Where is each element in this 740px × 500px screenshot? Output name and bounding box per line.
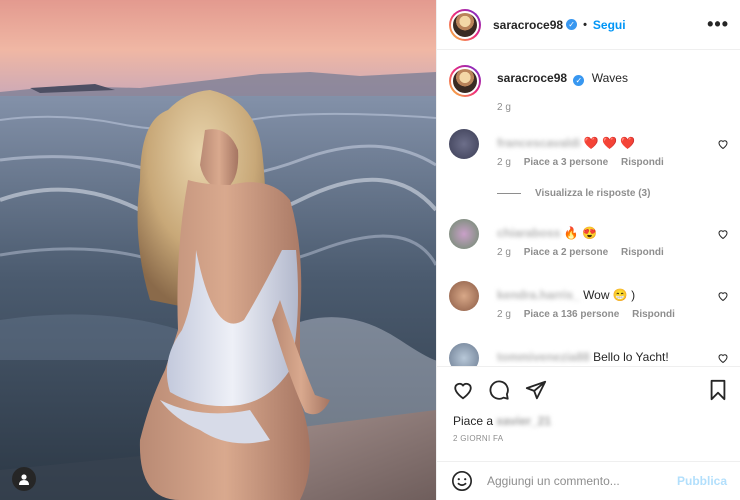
publish-button[interactable]: Pubblica bbox=[677, 474, 727, 488]
reply-button[interactable]: Rispondi bbox=[632, 309, 675, 320]
caption-time: 2 g bbox=[497, 102, 511, 113]
user-icon bbox=[19, 474, 29, 485]
post-photo[interactable] bbox=[0, 0, 436, 500]
follow-button[interactable]: Segui bbox=[593, 18, 626, 32]
beach-photo-image bbox=[0, 0, 436, 500]
comment-username[interactable]: kendra.harris_ bbox=[497, 288, 580, 302]
comment-icon[interactable] bbox=[488, 379, 510, 401]
caption-avatar[interactable] bbox=[449, 65, 481, 97]
action-bar bbox=[437, 366, 740, 410]
verified-badge-icon: ✓ bbox=[573, 75, 585, 86]
comment-likes[interactable]: Piace a 2 persone bbox=[524, 247, 609, 258]
commenter-avatar[interactable] bbox=[449, 281, 479, 311]
caption: saracroce98 ✓ Waves 2 g bbox=[449, 65, 729, 113]
commenter-avatar[interactable] bbox=[449, 343, 479, 366]
caption-username[interactable]: saracroce98 bbox=[497, 71, 567, 85]
likes-user[interactable]: xavier_21 bbox=[496, 414, 551, 428]
comment-text: 🔥 😍 bbox=[563, 226, 597, 240]
reply-button[interactable]: Rispondi bbox=[621, 157, 664, 168]
comments-section[interactable]: saracroce98 ✓ Waves 2 g francescavaldi ❤… bbox=[437, 51, 740, 366]
commenter-avatar[interactable] bbox=[449, 129, 479, 159]
comment-time: 2 g bbox=[497, 247, 511, 258]
bookmark-icon[interactable] bbox=[707, 379, 729, 401]
comment-likes[interactable]: Piace a 136 persone bbox=[524, 309, 620, 320]
post-username[interactable]: saracroce98 bbox=[493, 18, 563, 32]
comment-likes[interactable]: Piace a 3 persone bbox=[524, 157, 609, 168]
heart-icon[interactable] bbox=[717, 138, 729, 150]
likes-prefix: Piace a bbox=[453, 414, 494, 428]
add-comment-bar: Pubblica bbox=[437, 461, 740, 500]
reply-button[interactable]: Rispondi bbox=[621, 247, 664, 258]
comment-input[interactable] bbox=[487, 474, 677, 488]
comment-username[interactable]: chiaraboss bbox=[497, 226, 560, 240]
paper-plane-icon[interactable] bbox=[525, 379, 547, 401]
comment-time: 2 g bbox=[497, 157, 511, 168]
tagged-users-button[interactable] bbox=[12, 467, 36, 491]
avatar[interactable] bbox=[449, 8, 481, 41]
post-side-panel: saracroce98 ✓ • Segui ••• saracroce98 ✓ … bbox=[436, 0, 740, 500]
heart-icon[interactable] bbox=[717, 352, 729, 364]
comment-text: Wow 😁 ) bbox=[583, 288, 636, 302]
commenter-avatar[interactable] bbox=[449, 219, 479, 249]
comment-text: ❤️ ❤️ ❤️ bbox=[583, 136, 636, 150]
verified-badge-icon: ✓ bbox=[566, 19, 578, 30]
likes-summary: Piace a xavier_21 bbox=[453, 414, 551, 428]
comment-time: 2 g bbox=[497, 309, 511, 320]
caption-text: Waves bbox=[591, 71, 628, 85]
comment-username[interactable]: francescavaldi bbox=[497, 136, 580, 150]
post-header: saracroce98 ✓ • Segui ••• bbox=[437, 0, 740, 50]
view-replies-button[interactable]: Visualizza le risposte (3) bbox=[497, 188, 650, 199]
heart-icon[interactable] bbox=[717, 290, 729, 302]
heart-icon[interactable] bbox=[452, 379, 474, 401]
smiley-icon[interactable] bbox=[451, 470, 473, 492]
separator-dot: • bbox=[583, 18, 587, 31]
post-date[interactable]: 2 GIORNI FA bbox=[453, 434, 503, 443]
comment-text: Bello lo Yacht! bbox=[593, 350, 669, 364]
comment-username[interactable]: tommivenezia88 bbox=[497, 350, 590, 364]
heart-icon[interactable] bbox=[717, 228, 729, 240]
more-options-icon[interactable]: ••• bbox=[707, 14, 729, 35]
